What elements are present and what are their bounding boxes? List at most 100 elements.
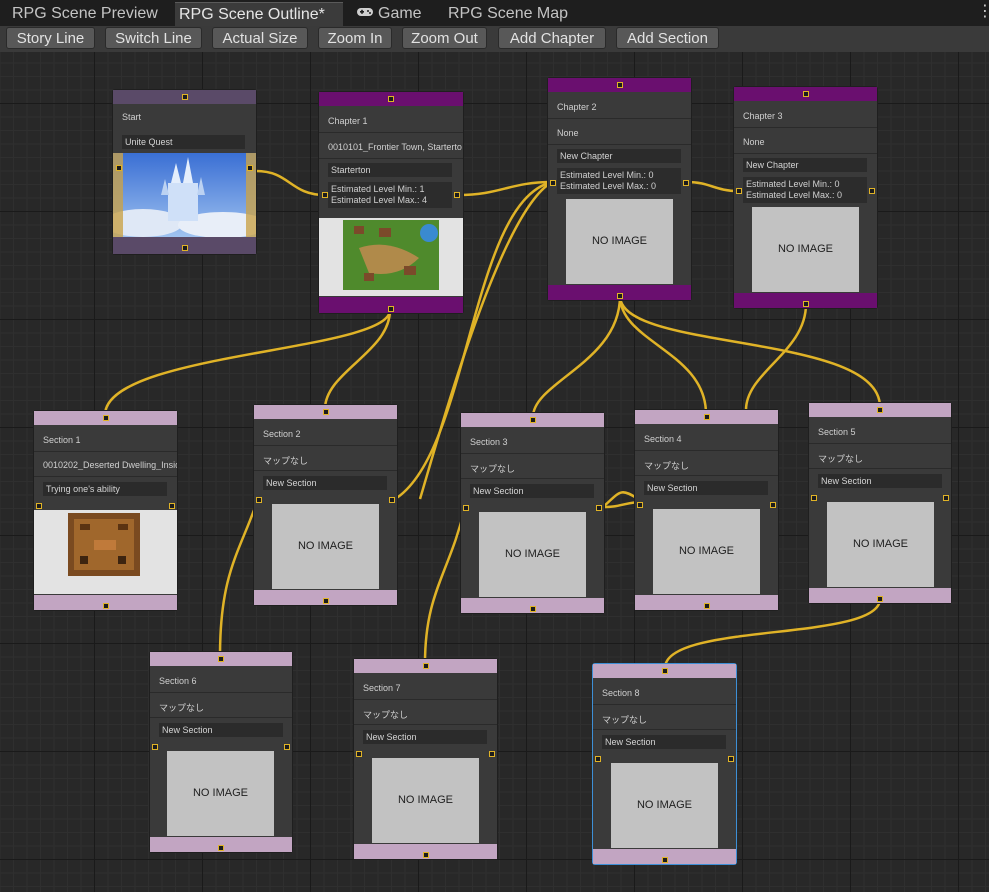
castle-illustration-image (113, 153, 256, 237)
story-line-button[interactable]: Story Line (6, 27, 95, 49)
left-port[interactable] (637, 502, 643, 508)
section-node-2[interactable]: Section 2 マップなし New Section NO IMAGE (254, 405, 397, 605)
right-port[interactable] (728, 756, 734, 762)
chapter-name-field[interactable]: New Chapter (557, 149, 681, 163)
input-port[interactable] (388, 96, 394, 102)
output-port[interactable] (877, 596, 883, 602)
left-port[interactable] (256, 497, 262, 503)
chapter-node-1[interactable]: Chapter 1 0010101_Frontier Town, Starter… (319, 92, 463, 313)
section-name-field[interactable]: New Section (644, 481, 768, 495)
switch-line-button[interactable]: Switch Line (105, 27, 202, 49)
section-name-field[interactable]: New Section (818, 474, 942, 488)
left-port[interactable] (152, 744, 158, 750)
more-options-icon[interactable]: ⋮ (977, 4, 989, 20)
actual-size-button[interactable]: Actual Size (212, 27, 308, 49)
tab-rpg-scene-preview[interactable]: RPG Scene Preview (8, 2, 162, 26)
right-port[interactable] (454, 192, 460, 198)
right-port[interactable] (489, 751, 495, 757)
input-port[interactable] (703, 414, 710, 420)
output-port[interactable] (703, 603, 710, 609)
output-port[interactable] (388, 306, 394, 312)
left-port[interactable] (811, 495, 817, 501)
input-port[interactable] (181, 94, 188, 100)
left-port[interactable] (356, 751, 362, 757)
section-name-field[interactable]: Trying one's ability (43, 482, 167, 496)
input-port[interactable] (529, 417, 536, 423)
input-port[interactable] (422, 663, 429, 669)
section-name-field[interactable]: New Section (470, 484, 594, 498)
left-port[interactable] (550, 180, 556, 186)
output-port[interactable] (802, 301, 809, 307)
no-image-placeholder: NO IMAGE (167, 751, 274, 836)
output-port[interactable] (322, 598, 329, 604)
output-port[interactable] (102, 603, 109, 609)
graph-canvas[interactable]: Start Unite Quest Chapter 1 0010101_Fron… (0, 52, 989, 892)
chapter-node-2[interactable]: Chapter 2 None New Chapter Estimated Lev… (548, 78, 691, 300)
connection-wire[interactable] (323, 309, 392, 410)
right-port[interactable] (389, 497, 395, 503)
section-node-7[interactable]: Section 7 マップなし New Section NO IMAGE (354, 659, 497, 859)
input-port[interactable] (877, 407, 883, 413)
right-port[interactable] (770, 502, 776, 508)
section-name-field[interactable]: New Section (363, 730, 487, 744)
connection-wire[interactable] (618, 295, 882, 408)
input-port[interactable] (616, 82, 623, 88)
right-port[interactable] (284, 744, 290, 750)
add-section-button[interactable]: Add Section (616, 27, 719, 49)
output-port[interactable] (529, 606, 536, 612)
right-port[interactable] (869, 188, 875, 194)
section-name-field[interactable]: New Section (263, 476, 387, 490)
level-range: Estimated Level Min.: 0 Estimated Level … (743, 177, 867, 203)
connection-wire[interactable] (255, 169, 326, 197)
right-port[interactable] (169, 503, 175, 509)
connection-wire[interactable] (103, 309, 392, 416)
output-port[interactable] (422, 852, 429, 858)
tab-rpg-scene-map[interactable]: RPG Scene Map (444, 2, 572, 26)
input-port[interactable] (661, 668, 668, 674)
chapter-name-field[interactable]: Starterton (328, 163, 452, 177)
tab-rpg-scene-outline[interactable]: RPG Scene Outline* (175, 2, 343, 26)
input-port[interactable] (102, 415, 109, 421)
left-port[interactable] (36, 503, 42, 509)
connection-wire[interactable] (531, 295, 622, 418)
input-port[interactable] (218, 656, 224, 662)
connection-wire[interactable] (218, 498, 260, 657)
chapter-name-field[interactable]: New Chapter (743, 158, 867, 172)
section-node-5[interactable]: Section 5 マップなし New Section NO IMAGE (809, 403, 951, 603)
output-port[interactable] (218, 845, 224, 851)
output-port[interactable] (661, 857, 668, 863)
add-chapter-button[interactable]: Add Chapter (498, 27, 606, 49)
zoom-in-button[interactable]: Zoom In (318, 27, 392, 49)
right-port[interactable] (683, 180, 689, 186)
connection-wire[interactable] (744, 303, 808, 411)
left-port[interactable] (595, 756, 601, 762)
connection-wire[interactable] (686, 180, 739, 193)
chapter-node-3[interactable]: Chapter 3 None New Chapter Estimated Lev… (734, 87, 877, 308)
left-port[interactable] (116, 165, 122, 171)
input-port[interactable] (802, 91, 809, 97)
no-image-placeholder: NO IMAGE (566, 199, 673, 284)
left-port[interactable] (463, 505, 469, 511)
input-port[interactable] (322, 409, 329, 415)
zoom-out-button[interactable]: Zoom Out (402, 27, 487, 49)
left-port[interactable] (736, 188, 742, 194)
right-port[interactable] (596, 505, 602, 511)
tab-game[interactable]: Game (352, 2, 426, 26)
node-title: Chapter 1 (328, 116, 368, 126)
section-node-4[interactable]: Section 4 マップなし New Section NO IMAGE (635, 410, 778, 610)
quest-field[interactable]: Unite Quest (122, 135, 245, 149)
section-name-field[interactable]: New Section (602, 735, 726, 749)
start-node[interactable]: Start Unite Quest (113, 90, 256, 254)
right-port[interactable] (943, 495, 949, 501)
output-port[interactable] (181, 245, 188, 251)
section-node-6[interactable]: Section 6 マップなし New Section NO IMAGE (150, 652, 292, 852)
section-name-field[interactable]: New Section (159, 723, 283, 737)
section-node-1[interactable]: Section 1 0010202_Deserted Dwelling_Insi… (34, 411, 177, 610)
node-title: Chapter 3 (743, 111, 783, 121)
right-port[interactable] (247, 165, 253, 171)
output-port[interactable] (616, 293, 623, 299)
section-node-8[interactable]: Section 8 マップなし New Section NO IMAGE (593, 664, 736, 864)
section-node-3[interactable]: Section 3 マップなし New Section NO IMAGE (461, 413, 604, 613)
connection-wire[interactable] (423, 506, 467, 664)
left-port[interactable] (322, 192, 328, 198)
